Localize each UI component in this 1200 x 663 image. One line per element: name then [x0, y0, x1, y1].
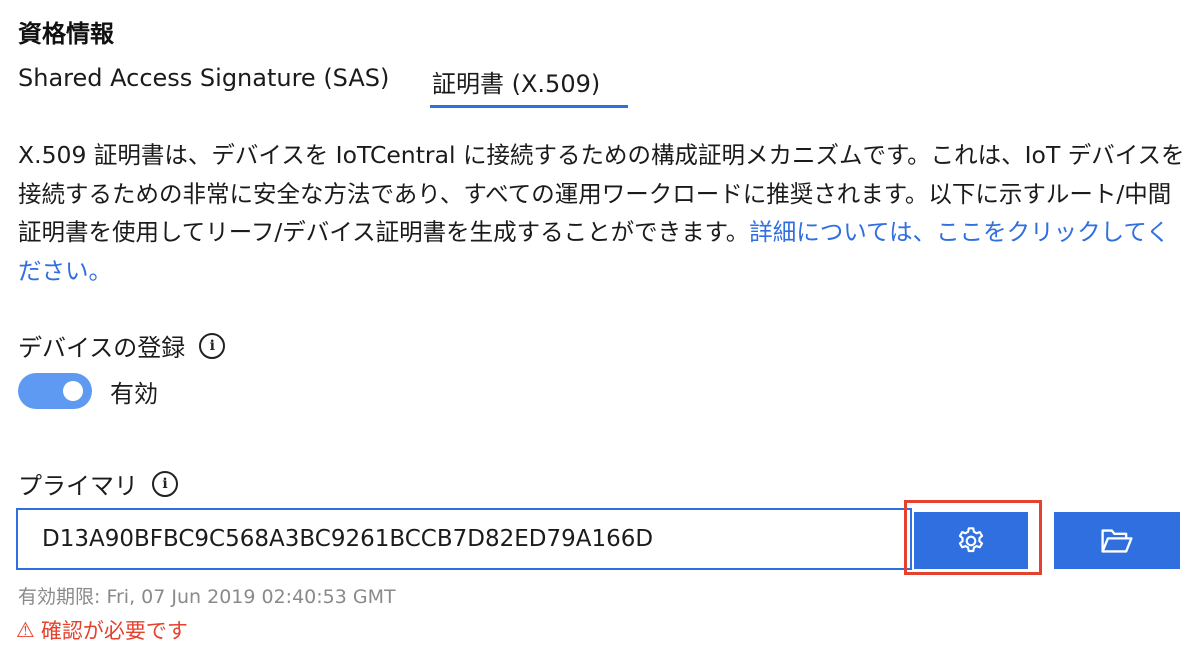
tab-x509[interactable]: 証明書 (X.509) — [432, 64, 600, 111]
warning-text: 確認が必要です — [40, 619, 188, 643]
toggle-state-label: 有効 — [110, 379, 158, 408]
primary-label-row: プライマリ i — [18, 466, 178, 501]
device-enrollment-toggle[interactable] — [18, 373, 92, 409]
folder-open-icon — [1100, 526, 1134, 556]
section-title: 資格情報 — [18, 20, 114, 48]
tab-sas[interactable]: Shared Access Signature (SAS) — [18, 64, 389, 104]
upload-certificate-button[interactable] — [1054, 512, 1180, 569]
primary-thumbprint-field[interactable]: D13A90BFBC9C568A3BC9261BCCB7D82ED79A166D — [16, 508, 912, 570]
toggle-knob — [63, 381, 83, 401]
certificate-expiry: 有効期限: Fri, 07 Jun 2019 02:40:53 GMT — [18, 586, 396, 608]
device-enrollment-label-row: デバイスの登録 i — [18, 328, 226, 363]
device-enrollment-label: デバイスの登録 — [18, 334, 186, 362]
verification-warning: ⚠ 確認が必要です — [16, 615, 188, 645]
generate-verification-code-button[interactable] — [914, 512, 1028, 569]
gear-icon — [955, 525, 987, 557]
credentials-panel: 資格情報 Shared Access Signature (SAS) 証明書 (… — [0, 0, 1200, 663]
info-icon[interactable]: i — [152, 470, 178, 497]
device-enrollment-toggle-row: 有効 — [18, 373, 158, 409]
info-icon[interactable]: i — [199, 332, 226, 359]
warning-icon: ⚠ — [16, 618, 35, 642]
primary-label: プライマリ — [18, 472, 138, 500]
active-tab-indicator — [430, 105, 628, 108]
x509-description: X.509 証明書は、デバイスを IoTCentral に接続するための構成証明… — [18, 136, 1186, 290]
